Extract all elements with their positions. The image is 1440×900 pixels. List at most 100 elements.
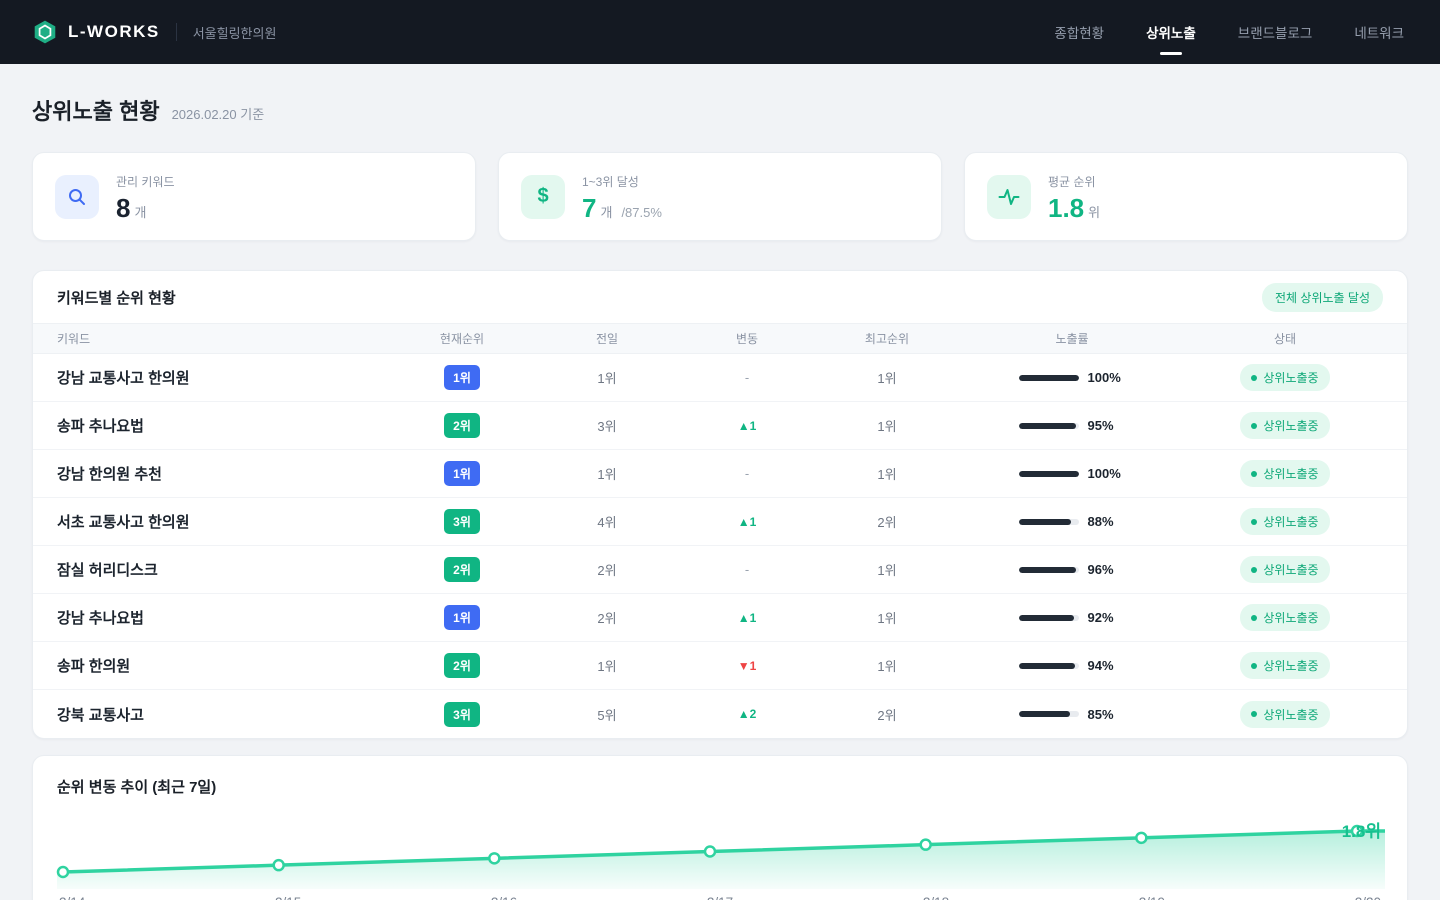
exposure-bar [1019, 471, 1079, 477]
achievement-badge: 전체 상위노출 달성 [1262, 283, 1383, 312]
change-cell: - [677, 466, 817, 481]
exposure-percent: 100% [1088, 466, 1126, 481]
trend-chart-card: 순위 변동 추이 (최근 7일) 1.8위 2/142/152/162/172/… [32, 755, 1408, 900]
top-navbar: L-WORKS 서울힐링한의원 종합현황 상위노출 브랜드블로그 네트워크 [0, 0, 1440, 64]
logo-icon [32, 19, 58, 45]
table-row: 강남 한의원 추천1위1위-1위100%상위노출중 [33, 450, 1407, 498]
nav-menu: 종합현황 상위노출 브랜드블로그 네트워크 [1054, 22, 1404, 42]
prev-rank-cell: 3위 [537, 416, 677, 435]
keyword-cell: 송파 추나요법 [57, 415, 387, 436]
keyword-cell: 강북 교통사고 [57, 704, 387, 725]
exposure-bar [1019, 615, 1079, 621]
stat-label: 1~3위 달성 [582, 173, 662, 190]
nav-item-top-exposure[interactable]: 상위노출 [1146, 22, 1196, 42]
best-rank-cell: 1위 [817, 368, 957, 387]
exposure-percent: 100% [1088, 370, 1126, 385]
page-title: 상위노출 현황 [32, 94, 160, 126]
exposure-cell: 95% [957, 418, 1187, 433]
x-axis-label: 2/19 [1139, 895, 1165, 900]
status-dot-icon [1251, 567, 1257, 573]
exposure-percent: 88% [1088, 514, 1126, 529]
x-axis-label: 2/15 [275, 895, 301, 900]
col-best-rank: 최고순위 [817, 330, 957, 347]
page-header: 상위노출 현황 2026.02.20 기준 [32, 94, 1408, 126]
table-title: 키워드별 순위 현황 [57, 287, 176, 308]
status-dot-icon [1251, 519, 1257, 525]
trend-point [274, 860, 284, 870]
exposure-cell: 96% [957, 562, 1187, 577]
chart-x-axis: 2/142/152/162/172/182/192/20 [57, 895, 1383, 900]
nav-item-network[interactable]: 네트워크 [1354, 22, 1404, 42]
prev-rank-cell: 5위 [537, 705, 677, 724]
nav-item-brand-blog[interactable]: 브랜드블로그 [1238, 22, 1313, 42]
status-badge: 상위노출중 [1240, 556, 1329, 583]
best-rank-cell: 1위 [817, 560, 957, 579]
brand-name[interactable]: L-WORKS [68, 22, 160, 42]
stat-card-keywords: 관리 키워드 8 개 [32, 152, 476, 241]
col-change: 변동 [677, 330, 817, 347]
status-dot-icon [1251, 663, 1257, 669]
rank-badge: 3위 [444, 702, 480, 727]
trend-point [58, 867, 68, 877]
stat-label: 평균 순위 [1048, 173, 1100, 190]
table-row: 송파 추나요법2위3위▲11위95%상위노출중 [33, 402, 1407, 450]
keyword-cell: 잠실 허리디스크 [57, 559, 387, 580]
exposure-cell: 100% [957, 466, 1187, 481]
trend-point [489, 853, 499, 863]
stat-value: 1.8 [1048, 195, 1084, 221]
keyword-rank-card: 키워드별 순위 현황 전체 상위노출 달성 키워드 현재순위 전일 변동 최고순… [32, 270, 1408, 739]
table-row: 서초 교통사고 한의원3위4위▲12위88%상위노출중 [33, 498, 1407, 546]
status-badge: 상위노출중 [1240, 412, 1329, 439]
rank-badge: 1위 [444, 365, 480, 390]
status-dot-icon [1251, 375, 1257, 381]
exposure-percent: 96% [1088, 562, 1126, 577]
prev-rank-cell: 1위 [537, 656, 677, 675]
best-rank-cell: 2위 [817, 512, 957, 531]
stat-card-top3: $ 1~3위 달성 7 개 /87.5% [498, 152, 942, 241]
stat-extra: /87.5% [621, 205, 661, 220]
nav-item-overview[interactable]: 종합현황 [1054, 22, 1104, 42]
rank-badge: 2위 [444, 557, 480, 582]
exposure-percent: 85% [1088, 707, 1126, 722]
status-badge: 상위노출중 [1240, 364, 1329, 391]
status-badge: 상위노출중 [1240, 460, 1329, 487]
stat-value: 7 [582, 195, 596, 221]
change-cell: ▲1 [677, 419, 817, 433]
best-rank-cell: 1위 [817, 464, 957, 483]
rank-badge: 1위 [444, 605, 480, 630]
keyword-cell: 강남 추나요법 [57, 607, 387, 628]
table-row: 강남 교통사고 한의원1위1위-1위100%상위노출중 [33, 354, 1407, 402]
keyword-cell: 강남 한의원 추천 [57, 463, 387, 484]
change-cell: ▲1 [677, 611, 817, 625]
exposure-bar [1019, 567, 1079, 573]
best-rank-cell: 2위 [817, 705, 957, 724]
exposure-bar [1019, 711, 1079, 717]
exposure-bar [1019, 663, 1079, 669]
stat-unit: 개 [134, 202, 146, 221]
keyword-cell: 강남 교통사고 한의원 [57, 367, 387, 388]
x-axis-label: 2/17 [707, 895, 733, 900]
stat-label: 관리 키워드 [116, 173, 175, 190]
status-badge: 상위노출중 [1240, 701, 1329, 728]
col-keyword: 키워드 [57, 330, 387, 347]
page-date: 2026.02.20 기준 [172, 104, 265, 123]
stat-unit: 개 [600, 202, 612, 221]
client-name: 서울힐링한의원 [193, 23, 277, 42]
exposure-percent: 92% [1088, 610, 1126, 625]
exposure-cell: 100% [957, 370, 1187, 385]
trend-point [921, 840, 931, 850]
prev-rank-cell: 4위 [537, 512, 677, 531]
rank-badge: 2위 [444, 413, 480, 438]
change-cell: ▼1 [677, 659, 817, 673]
x-axis-label: 2/14 [59, 895, 85, 900]
keyword-cell: 서초 교통사고 한의원 [57, 511, 387, 532]
status-dot-icon [1251, 711, 1257, 717]
status-badge: 상위노출중 [1240, 604, 1329, 631]
search-icon [55, 175, 99, 219]
rank-badge: 2위 [444, 653, 480, 678]
prev-rank-cell: 2위 [537, 560, 677, 579]
pulse-icon [987, 175, 1031, 219]
trend-end-label: 1.8위 [1342, 822, 1381, 841]
exposure-percent: 94% [1088, 658, 1126, 673]
col-status: 상태 [1187, 330, 1383, 347]
